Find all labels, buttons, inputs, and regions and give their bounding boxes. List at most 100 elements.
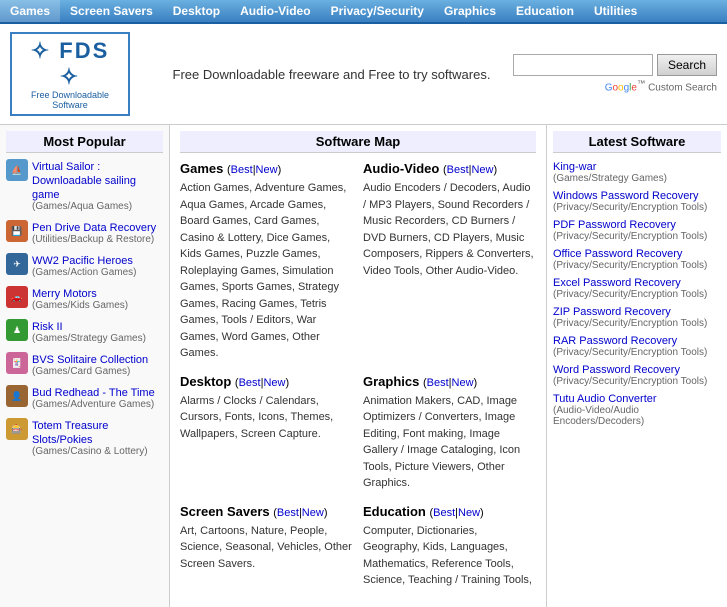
most-popular-title: Most Popular [6,131,163,153]
popular-link[interactable]: Risk II [32,321,63,333]
audiovideo-best-link[interactable]: Best [447,164,469,176]
popular-info: Risk II (Games/Strategy Games) [32,319,146,344]
graphics-section: Graphics (Best|New) Animation Makers, CA… [363,374,536,492]
popular-category: (Games/Kids Games) [32,300,128,311]
popular-link[interactable]: Virtual Sailor : Downloadable sailing ga… [32,161,136,201]
latest-category: (Games/Strategy Games) [553,173,721,184]
screensavers-best-link[interactable]: Best [277,507,299,519]
nav-desktop[interactable]: Desktop [163,0,230,22]
screensavers-heading: Screen Savers (Best|New) [180,504,353,519]
latest-link[interactable]: Tutu Audio Converter [553,393,721,405]
list-item: 🃏 BVS Solitaire Collection (Games/Card G… [6,352,163,377]
popular-category: (Games/Action Games) [32,267,136,278]
list-item: ⛵ Virtual Sailor : Downloadable sailing … [6,159,163,212]
list-item: Windows Password Recovery (Privacy/Secur… [553,190,721,213]
list-item: ✈ WW2 Pacific Heroes (Games/Action Games… [6,253,163,278]
screensavers-section: Screen Savers (Best|New) Art, Cartoons, … [180,504,353,589]
popular-icon: 💾 [6,220,28,242]
most-popular-column: Most Popular ⛵ Virtual Sailor : Download… [0,125,170,607]
popular-link[interactable]: Bud Redhead - The Time [32,387,155,399]
audiovideo-heading: Audio-Video (Best|New) [363,161,536,176]
latest-link[interactable]: Word Password Recovery [553,364,721,376]
desktop-new-link[interactable]: New [263,377,285,389]
latest-link[interactable]: ZIP Password Recovery [553,306,721,318]
graphics-heading: Graphics (Best|New) [363,374,536,389]
popular-link[interactable]: Pen Drive Data Recovery [32,222,156,234]
popular-icon: 🚗 [6,286,28,308]
popular-link[interactable]: BVS Solitaire Collection [32,354,148,366]
popular-category: (Games/Card Games) [32,366,148,377]
software-grid: Games (Best|New) Action Games, Adventure… [180,161,536,601]
latest-category: (Privacy/Security/Encryption Tools) [553,202,721,213]
education-section: Education (Best|New) Computer, Dictionar… [363,504,536,589]
screensavers-new-link[interactable]: New [302,507,324,519]
list-item: Tutu Audio Converter (Audio-Video/Audio … [553,393,721,427]
desktop-section: Desktop (Best|New) Alarms / Clocks / Cal… [180,374,353,492]
google-label: Google™ Custom Search [605,78,717,93]
logo: ✧ FDS ✧ Free Downloadable Software [10,32,130,116]
list-item: ZIP Password Recovery (Privacy/Security/… [553,306,721,329]
main-layout: Most Popular ⛵ Virtual Sailor : Download… [0,125,727,607]
popular-link[interactable]: Totem Treasure Slots/Pokies [32,420,108,446]
nav-screensavers[interactable]: Screen Savers [60,0,163,22]
popular-link[interactable]: Merry Motors [32,288,97,300]
nav-games[interactable]: Games [0,0,60,22]
education-heading: Education (Best|New) [363,504,536,519]
desktop-content: Alarms / Clocks / Calendars, Cursors, Fo… [180,393,353,443]
nav-graphics[interactable]: Graphics [434,0,506,22]
games-content: Action Games, Adventure Games, Aqua Game… [180,180,353,362]
screensavers-content: Art, Cartoons, Nature, People, Science, … [180,523,353,573]
games-best-link[interactable]: Best [231,164,253,176]
popular-info: Pen Drive Data Recovery (Utilities/Backu… [32,220,156,245]
desktop-best-link[interactable]: Best [239,377,261,389]
latest-link[interactable]: King-war [553,161,721,173]
latest-link[interactable]: Office Password Recovery [553,248,721,260]
latest-link[interactable]: Windows Password Recovery [553,190,721,202]
search-button[interactable]: Search [657,54,717,76]
list-item: RAR Password Recovery (Privacy/Security/… [553,335,721,358]
education-new-link[interactable]: New [458,507,480,519]
games-section: Games (Best|New) Action Games, Adventure… [180,161,353,362]
graphics-new-link[interactable]: New [452,377,474,389]
education-content: Computer, Dictionaries, Geography, Kids,… [363,523,536,589]
list-item: Excel Password Recovery (Privacy/Securit… [553,277,721,300]
popular-info: Bud Redhead - The Time (Games/Adventure … [32,385,155,410]
nav-audiovideo[interactable]: Audio-Video [230,0,320,22]
popular-icon: ⛵ [6,159,28,181]
latest-link[interactable]: PDF Password Recovery [553,219,721,231]
popular-icon: 🎰 [6,418,28,440]
nav-privacy[interactable]: Privacy/Security [321,0,434,22]
software-map-column: Software Map Games (Best|New) Action Gam… [170,125,547,607]
latest-category: (Privacy/Security/Encryption Tools) [553,231,721,242]
logo-text: ✧ FDS ✧ [20,38,120,90]
nav-education[interactable]: Education [506,0,584,22]
popular-category: (Utilities/Backup & Restore) [32,234,156,245]
nav-utilities[interactable]: Utilities [584,0,647,22]
games-new-link[interactable]: New [256,164,278,176]
popular-category: (Games/Strategy Games) [32,333,146,344]
popular-link[interactable]: WW2 Pacific Heroes [32,255,133,267]
search-input[interactable] [513,54,653,76]
list-item: Office Password Recovery (Privacy/Securi… [553,248,721,271]
education-best-link[interactable]: Best [433,507,455,519]
list-item: Word Password Recovery (Privacy/Security… [553,364,721,387]
tagline: Free Downloadable freeware and Free to t… [150,67,513,82]
desktop-heading: Desktop (Best|New) [180,374,353,389]
graphics-best-link[interactable]: Best [427,377,449,389]
latest-link[interactable]: RAR Password Recovery [553,335,721,347]
latest-category: (Audio-Video/Audio Encoders/Decoders) [553,405,721,427]
latest-link[interactable]: Excel Password Recovery [553,277,721,289]
list-item: 🚗 Merry Motors (Games/Kids Games) [6,286,163,311]
popular-icon: ✈ [6,253,28,275]
popular-icon: 🃏 [6,352,28,374]
popular-info: Merry Motors (Games/Kids Games) [32,286,128,311]
list-item: King-war (Games/Strategy Games) [553,161,721,184]
list-item: ♟ Risk II (Games/Strategy Games) [6,319,163,344]
popular-icon: ♟ [6,319,28,341]
popular-category: (Games/Aqua Games) [32,201,163,212]
latest-category: (Privacy/Security/Encryption Tools) [553,318,721,329]
list-item: 💾 Pen Drive Data Recovery (Utilities/Bac… [6,220,163,245]
list-item: 👤 Bud Redhead - The Time (Games/Adventur… [6,385,163,410]
audiovideo-new-link[interactable]: New [471,164,493,176]
top-navigation: Games Screen Savers Desktop Audio-Video … [0,0,727,24]
